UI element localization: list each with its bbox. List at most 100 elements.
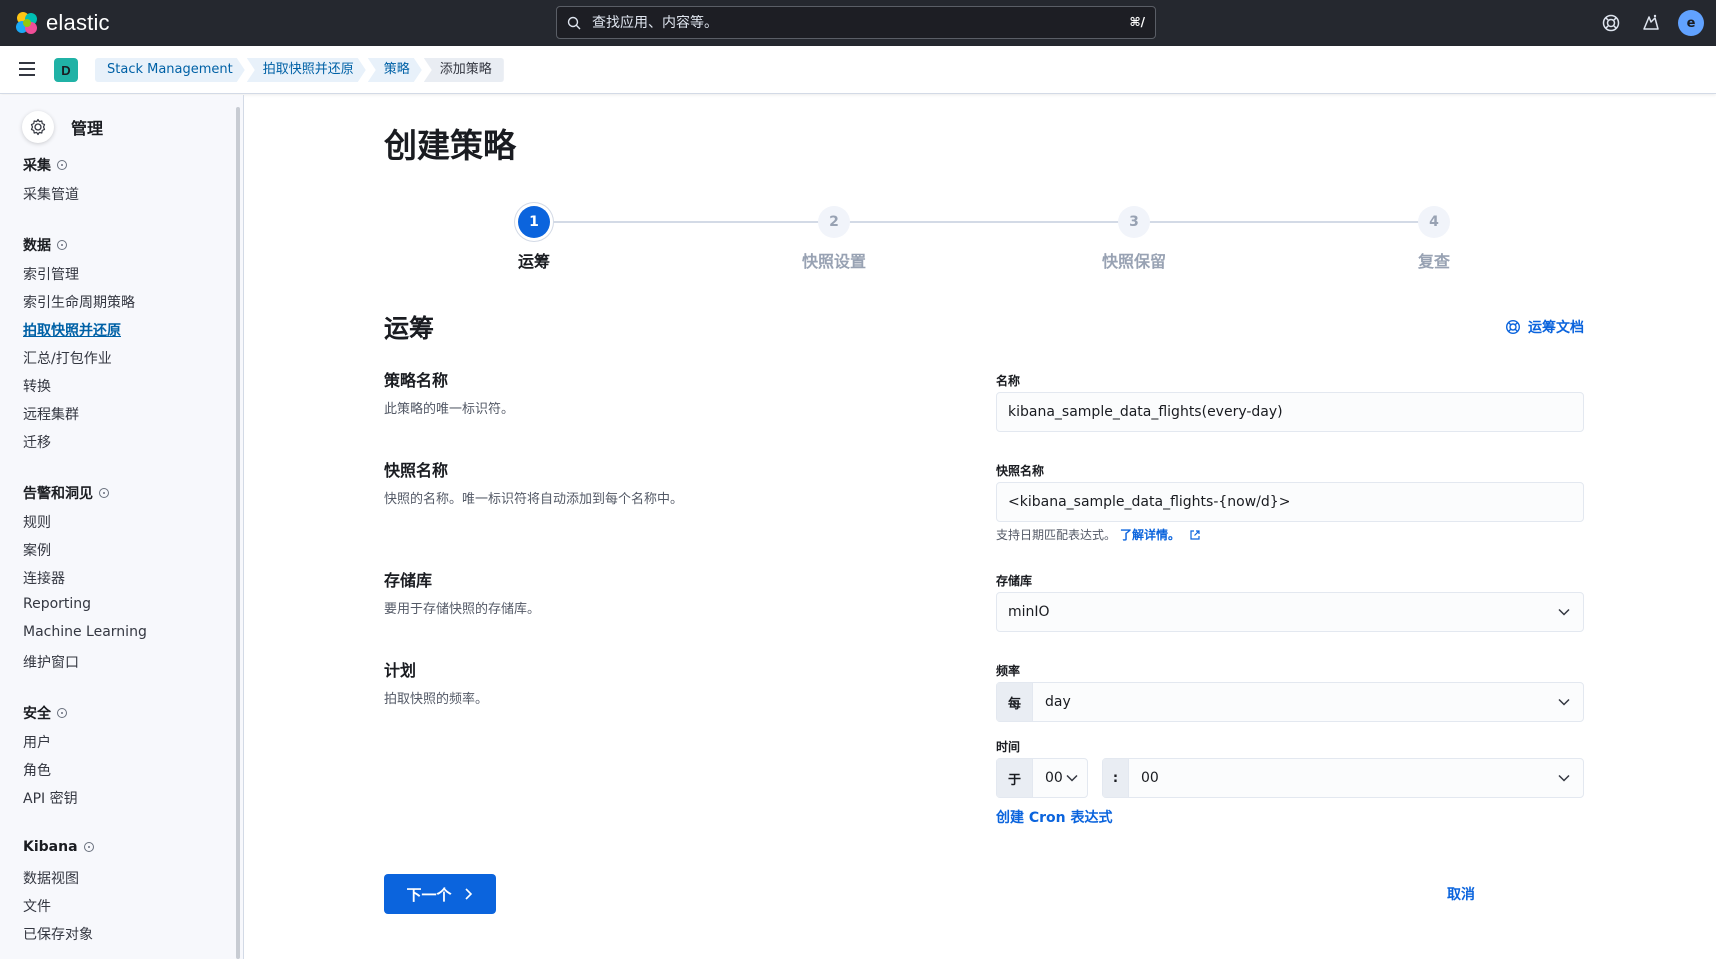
repository-value: minIO: [1008, 604, 1050, 620]
snapshot-name-value: <kibana_sample_data_flights-{now/d}>: [1008, 494, 1291, 510]
step-1-circle[interactable]: 1: [518, 206, 550, 238]
chevron-down-icon: [1558, 774, 1570, 782]
info-icon[interactable]: [99, 488, 109, 498]
sidebar-item-saved-objects[interactable]: 已保存对象: [23, 924, 93, 944]
snapshot-name-desc: 快照的名称。唯一标识符将自动添加到每个名称中。: [384, 492, 684, 507]
time-prepend: 于: [997, 759, 1033, 797]
info-icon[interactable]: [83, 842, 94, 852]
chevron-down-icon: [1558, 608, 1570, 616]
frequency-prepend: 每: [997, 683, 1033, 721]
help-text: 支持日期匹配表达式。: [996, 528, 1117, 542]
management-gear-icon: [22, 111, 54, 143]
search-input[interactable]: [592, 14, 1112, 31]
step-1-label[interactable]: 运筹: [464, 248, 604, 272]
hour-value: 00: [1045, 770, 1063, 786]
sidebar-group-kibana: Kibana: [23, 839, 94, 855]
breadcrumb-snapshot-restore[interactable]: 拍取快照并还原: [247, 58, 366, 82]
space-selector[interactable]: D: [54, 58, 78, 82]
sidebar-group-ingest: 采集: [23, 155, 67, 175]
search-icon: [567, 16, 581, 29]
newsfeed-icon[interactable]: [1640, 12, 1662, 34]
sidebar-group-data: 数据: [23, 235, 67, 255]
group-label: 安全: [23, 706, 51, 722]
group-label: 采集: [23, 158, 51, 174]
sidebar-item-users[interactable]: 用户: [23, 732, 51, 752]
schedule-desc: 拍取快照的频率。: [384, 692, 489, 707]
steps-connector: [534, 221, 1434, 223]
sidebar-item-migrate[interactable]: 迁移: [23, 432, 51, 452]
step-4-label[interactable]: 复查: [1364, 248, 1504, 272]
step-3-label[interactable]: 快照保留: [1064, 248, 1204, 272]
snapshot-name-input[interactable]: <kibana_sample_data_flights-{now/d}>: [996, 482, 1584, 522]
snapshot-name-title: 快照名称: [384, 461, 449, 480]
sidebar-item-index-management[interactable]: 索引管理: [23, 264, 79, 284]
minute-value: 00: [1141, 770, 1159, 786]
repository-title: 存储库: [384, 571, 433, 590]
sidebar-item-cases[interactable]: 案例: [23, 540, 51, 560]
group-label: Kibana: [23, 839, 78, 855]
sidebar-item-rollup[interactable]: 汇总/打包作业: [23, 348, 112, 368]
snapshot-name-help: 支持日期匹配表达式。 了解详情。: [996, 526, 1201, 543]
sidebar-item-connectors[interactable]: 连接器: [23, 568, 65, 588]
breadcrumb-policies[interactable]: 策略: [368, 58, 422, 82]
page-title: 创建策略: [384, 126, 516, 165]
sidebar-item-roles[interactable]: 角色: [23, 760, 51, 780]
sidebar-item-snapshot-restore[interactable]: 拍取快照并还原: [23, 320, 121, 340]
step-3-circle[interactable]: 3: [1118, 206, 1150, 238]
chevron-down-icon: [1066, 774, 1078, 782]
sidebar-item-api-keys[interactable]: API 密钥: [23, 788, 78, 808]
sidebar-item-remote-clusters[interactable]: 远程集群: [23, 404, 79, 424]
menu-icon[interactable]: [17, 60, 37, 78]
info-icon[interactable]: [57, 708, 67, 718]
elastic-logo[interactable]: elastic: [14, 10, 110, 36]
step-2-circle[interactable]: 2: [818, 206, 850, 238]
help-icon[interactable]: [1600, 12, 1622, 34]
minute-select[interactable]: : 00: [1102, 758, 1584, 798]
step-2-label[interactable]: 快照设置: [764, 248, 904, 272]
repository-select[interactable]: minIO: [996, 592, 1584, 632]
section-title: 运筹: [384, 314, 435, 343]
frequency-select[interactable]: 每 day: [996, 682, 1584, 722]
policy-name-input[interactable]: kibana_sample_data_flights(every-day): [996, 392, 1584, 432]
external-link-icon: [1190, 529, 1200, 540]
info-icon[interactable]: [57, 240, 67, 250]
sidebar-item-data-views[interactable]: 数据视图: [23, 868, 79, 888]
sidebar-item-ilm[interactable]: 索引生命周期策略: [23, 292, 135, 312]
next-button[interactable]: 下一个: [384, 874, 496, 914]
frequency-value: day: [1045, 694, 1071, 710]
next-button-label: 下一个: [406, 885, 452, 904]
breadcrumb: Stack Management 拍取快照并还原 策略 添加策略: [95, 58, 506, 82]
sidebar-item-rules[interactable]: 规则: [23, 512, 51, 532]
create-cron-link[interactable]: 创建 Cron 表达式: [996, 807, 1113, 827]
step-4-circle[interactable]: 4: [1418, 206, 1450, 238]
cancel-button[interactable]: 取消: [1447, 884, 1475, 904]
policy-name-title: 策略名称: [384, 371, 449, 390]
search-shortcut: ⌘/: [1129, 15, 1145, 29]
policy-name-desc: 此策略的唯一标识符。: [384, 402, 515, 417]
learn-more-link[interactable]: 了解详情。: [1120, 526, 1180, 543]
sidebar-item-maintenance-windows[interactable]: 维护窗口: [23, 652, 79, 672]
breadcrumb-add-policy: 添加策略: [423, 58, 504, 82]
sidebar-item-ingest-pipelines[interactable]: 采集管道: [23, 184, 79, 204]
sidebar-scrollbar[interactable]: [236, 107, 240, 959]
sidebar-item-files[interactable]: 文件: [23, 896, 51, 916]
info-icon[interactable]: [57, 160, 67, 170]
main-content: 创建策略 1 2 3 4 运筹 快照设置 快照保留 复查 运筹 运筹文档 策略名…: [245, 95, 1716, 959]
logo-text: elastic: [46, 10, 110, 35]
elastic-logo-icon: [16, 12, 37, 34]
breadcrumb-stack-management[interactable]: Stack Management: [95, 58, 245, 82]
sidebar-item-machine-learning[interactable]: Machine Learning: [23, 624, 147, 640]
sidebar-item-reporting[interactable]: Reporting: [23, 596, 91, 612]
sidebar-header: 管理: [22, 111, 103, 143]
sidebar-item-transforms[interactable]: 转换: [23, 376, 51, 396]
logistics-docs-link[interactable]: 运筹文档: [1505, 317, 1584, 337]
hour-select[interactable]: 于 00: [996, 758, 1088, 798]
group-label: 数据: [23, 238, 51, 254]
breadcrumb-bar: D Stack Management 拍取快照并还原 策略 添加策略: [0, 46, 1716, 94]
sidebar: 管理 采集 采集管道 数据 索引管理 索引生命周期策略 拍取快照并还原 汇总/打…: [0, 95, 244, 959]
user-avatar[interactable]: e: [1678, 10, 1704, 36]
global-search[interactable]: ⌘/: [556, 6, 1156, 39]
group-label: 告警和洞见: [23, 486, 93, 502]
sidebar-group-security: 安全: [23, 703, 67, 723]
repository-label: 存储库: [996, 574, 1033, 588]
